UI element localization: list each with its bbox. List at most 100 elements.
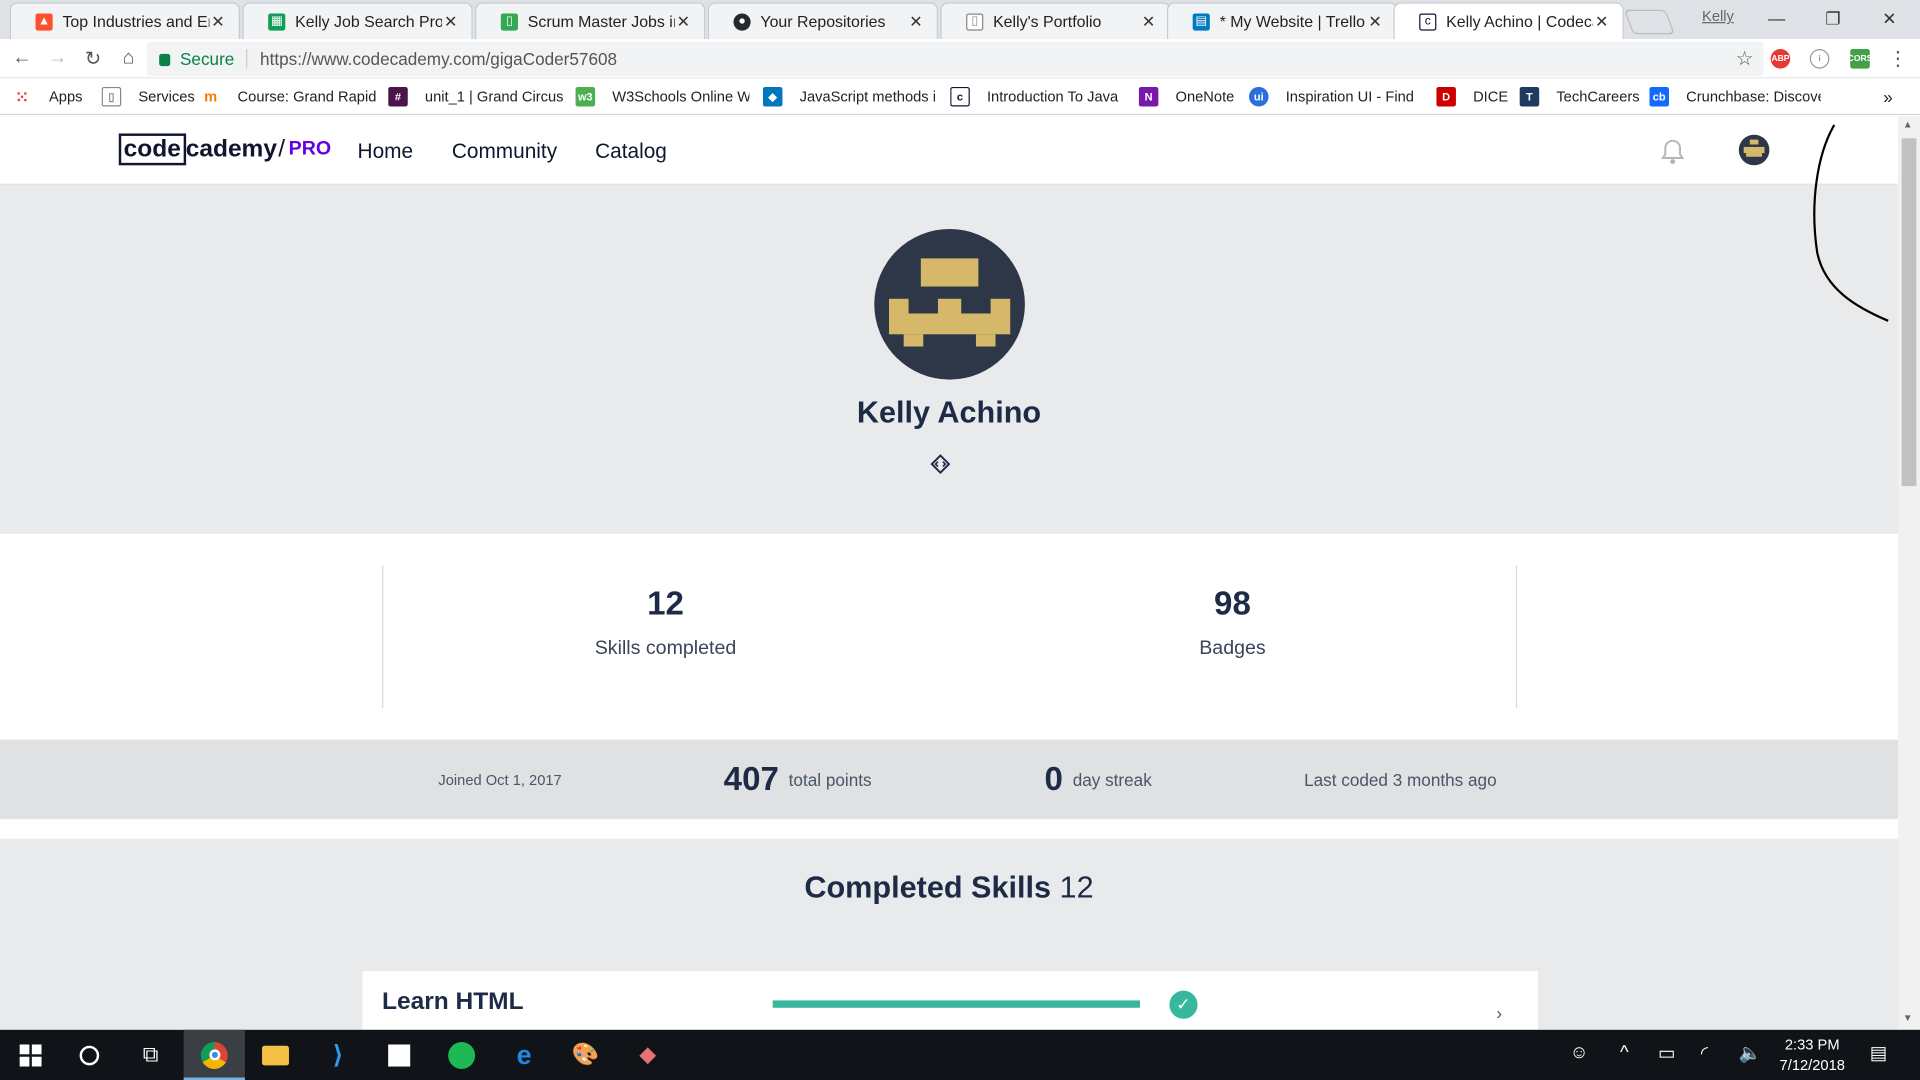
browser-tab[interactable]: ▯ Kelly's Portfolio ✕ xyxy=(940,2,1171,40)
more-bookmarks-icon[interactable]: » xyxy=(1883,86,1900,108)
star-icon[interactable]: ☆ xyxy=(1736,47,1754,71)
clock[interactable]: 2:33 PM 7/12/2018 xyxy=(1763,1035,1861,1077)
logo-slash: / xyxy=(278,135,286,163)
back-icon[interactable]: ← xyxy=(10,47,34,71)
bookmark-label: Apps xyxy=(48,88,83,106)
document-icon: ▯ xyxy=(500,12,518,31)
bookmark-label: Services xyxy=(138,88,195,106)
windows-start-icon[interactable] xyxy=(0,1030,61,1080)
close-icon[interactable]: ✕ xyxy=(1140,12,1157,32)
browser-tab-active[interactable]: c Kelly Achino | Codecad ✕ xyxy=(1393,2,1624,40)
url-text[interactable]: https://www.codecademy.com/gigaCoder5760… xyxy=(260,49,617,69)
chrome-icon[interactable] xyxy=(183,1029,245,1080)
volume-icon[interactable]: 🔈 xyxy=(1739,1042,1762,1064)
bookmark-item[interactable]: D DICE xyxy=(1436,86,1509,108)
tab-title: Top Industries and Emp xyxy=(62,12,209,31)
nav-catalog[interactable]: Catalog xyxy=(595,140,667,164)
paint-icon[interactable]: 🎨 xyxy=(555,1030,616,1080)
profile-stats: 12 Skills completed 98 Badges xyxy=(0,533,1898,740)
tab-title: * My Website | Trello xyxy=(1219,12,1365,31)
codecademy-icon: c xyxy=(950,86,970,107)
close-icon[interactable]: ✕ xyxy=(1593,12,1610,32)
close-window-icon[interactable]: ✕ xyxy=(1861,0,1917,37)
minimize-icon[interactable]: — xyxy=(1749,0,1805,37)
secure-indicator[interactable]: Secure xyxy=(159,49,234,69)
omnibox[interactable]: Secure https://www.codecademy.com/gigaCo… xyxy=(146,41,1764,76)
sticky-notes-icon[interactable] xyxy=(369,1030,430,1080)
bell-icon[interactable] xyxy=(1660,138,1685,165)
ui-icon: ui xyxy=(1248,86,1269,107)
browser-tab[interactable]: ● Your Repositories ✕ xyxy=(707,2,938,40)
cors-icon[interactable]: CORS xyxy=(1848,48,1872,69)
close-icon[interactable]: ✕ xyxy=(442,12,459,32)
reload-icon[interactable]: ↻ xyxy=(81,47,105,71)
bookmark-item[interactable]: N OneNote xyxy=(1138,86,1243,108)
close-icon[interactable]: ✕ xyxy=(1367,12,1384,32)
points-label: total points xyxy=(788,769,872,790)
search-icon[interactable] xyxy=(59,1030,120,1080)
browser-tab[interactable]: ▲ Top Industries and Emp ✕ xyxy=(9,2,241,40)
tab-title: Your Repositories xyxy=(760,12,886,31)
browser-tab[interactable]: ▤ * My Website | Trello ✕ xyxy=(1166,2,1398,40)
bookmark-item[interactable]: cb Crunchbase: Discove xyxy=(1649,86,1821,108)
bookmark-item[interactable]: ui Inspiration UI - Find xyxy=(1248,86,1420,108)
divider xyxy=(246,48,248,69)
last-coded: Last coded 3 months ago xyxy=(1304,769,1497,790)
extension-icon[interactable]: i xyxy=(1809,48,1830,69)
browser-tab-bar: ▲ Top Industries and Emp ✕ ▦ Kelly Job S… xyxy=(0,0,1920,40)
browser-tab[interactable]: ▦ Kelly Job Search Proces ✕ xyxy=(242,2,473,40)
wifi-icon[interactable]: ◜ xyxy=(1701,1042,1708,1064)
scroll-up-icon[interactable]: ▲ xyxy=(1903,119,1913,130)
paint3d-icon[interactable]: ◆ xyxy=(617,1030,678,1080)
bookmark-apps[interactable]: ⁙ Apps xyxy=(12,86,98,108)
stat-label: Badges xyxy=(1199,637,1266,659)
codecademy-icon: c xyxy=(1419,12,1437,31)
browser-tab[interactable]: ▯ Scrum Master Jobs in G ✕ xyxy=(475,2,706,40)
skill-title: Learn HTML xyxy=(382,988,524,1016)
codecademy-pro-logo[interactable]: code cademy / PRO xyxy=(118,133,331,166)
bookmark-item[interactable]: m Course: Grand Rapid xyxy=(201,86,380,108)
skill-progress-bar xyxy=(772,1000,1141,1008)
heading-count: 12 xyxy=(1059,870,1094,905)
slack-icon: # xyxy=(388,86,408,107)
clock-time: 2:33 PM xyxy=(1784,1035,1840,1054)
stat-value: 98 xyxy=(1214,585,1251,623)
chevron-right-icon[interactable]: › xyxy=(1496,1003,1502,1023)
bookmark-item[interactable]: T TechCareers xyxy=(1519,86,1642,108)
page-icon: ▯ xyxy=(966,12,984,31)
task-view-icon[interactable]: ⧉ xyxy=(120,1030,181,1080)
scroll-down-icon[interactable]: ▼ xyxy=(1903,1013,1913,1024)
bookmark-item[interactable]: # unit_1 | Grand Circus xyxy=(388,86,572,108)
bookmark-item[interactable]: c Introduction To Java xyxy=(950,86,1124,108)
bookmark-item[interactable]: ▯ Services xyxy=(101,86,200,108)
restore-icon[interactable]: ❐ xyxy=(1805,0,1861,37)
nav-community[interactable]: Community xyxy=(452,140,557,164)
bookmark-item[interactable]: w3 W3Schools Online W xyxy=(575,86,749,108)
skill-card[interactable]: Learn HTML ✓ › xyxy=(362,971,1538,1030)
chevron-up-icon[interactable]: ^ xyxy=(1620,1042,1629,1063)
file-explorer-icon[interactable] xyxy=(245,1030,306,1080)
spotify-icon[interactable] xyxy=(431,1030,492,1080)
people-icon[interactable]: ☺ xyxy=(1570,1042,1589,1063)
profile-name[interactable]: Kelly xyxy=(1702,7,1734,24)
new-tab-button[interactable] xyxy=(1624,9,1675,35)
vscode-icon[interactable]: ⟩ xyxy=(307,1030,368,1080)
scrollbar-thumb[interactable] xyxy=(1901,138,1917,487)
user-avatar[interactable] xyxy=(1738,134,1770,166)
forward-icon[interactable]: → xyxy=(45,47,69,71)
close-icon[interactable]: ✕ xyxy=(907,12,924,32)
site-header: code cademy / PRO Home Community Catalog xyxy=(0,116,1898,185)
edge-icon[interactable]: e xyxy=(493,1030,554,1080)
close-icon[interactable]: ✕ xyxy=(675,12,692,32)
notifications-icon[interactable]: ▤ xyxy=(1870,1042,1887,1064)
tab-title: Kelly Job Search Proces xyxy=(295,12,443,31)
home-icon[interactable]: ⌂ xyxy=(116,47,140,71)
menu-kebab-icon[interactable]: ⋮ xyxy=(1886,47,1910,71)
close-icon[interactable]: ✕ xyxy=(209,12,226,32)
page-scrollbar[interactable]: ▲ ▼ xyxy=(1897,116,1920,1030)
nav-home[interactable]: Home xyxy=(358,140,414,164)
adblock-icon[interactable]: ABP xyxy=(1770,48,1791,69)
bookmark-label: unit_1 | Grand Circus xyxy=(424,88,564,106)
battery-icon[interactable]: ▭ xyxy=(1658,1042,1675,1064)
bookmark-item[interactable]: ◆ JavaScript methods i xyxy=(762,86,941,108)
